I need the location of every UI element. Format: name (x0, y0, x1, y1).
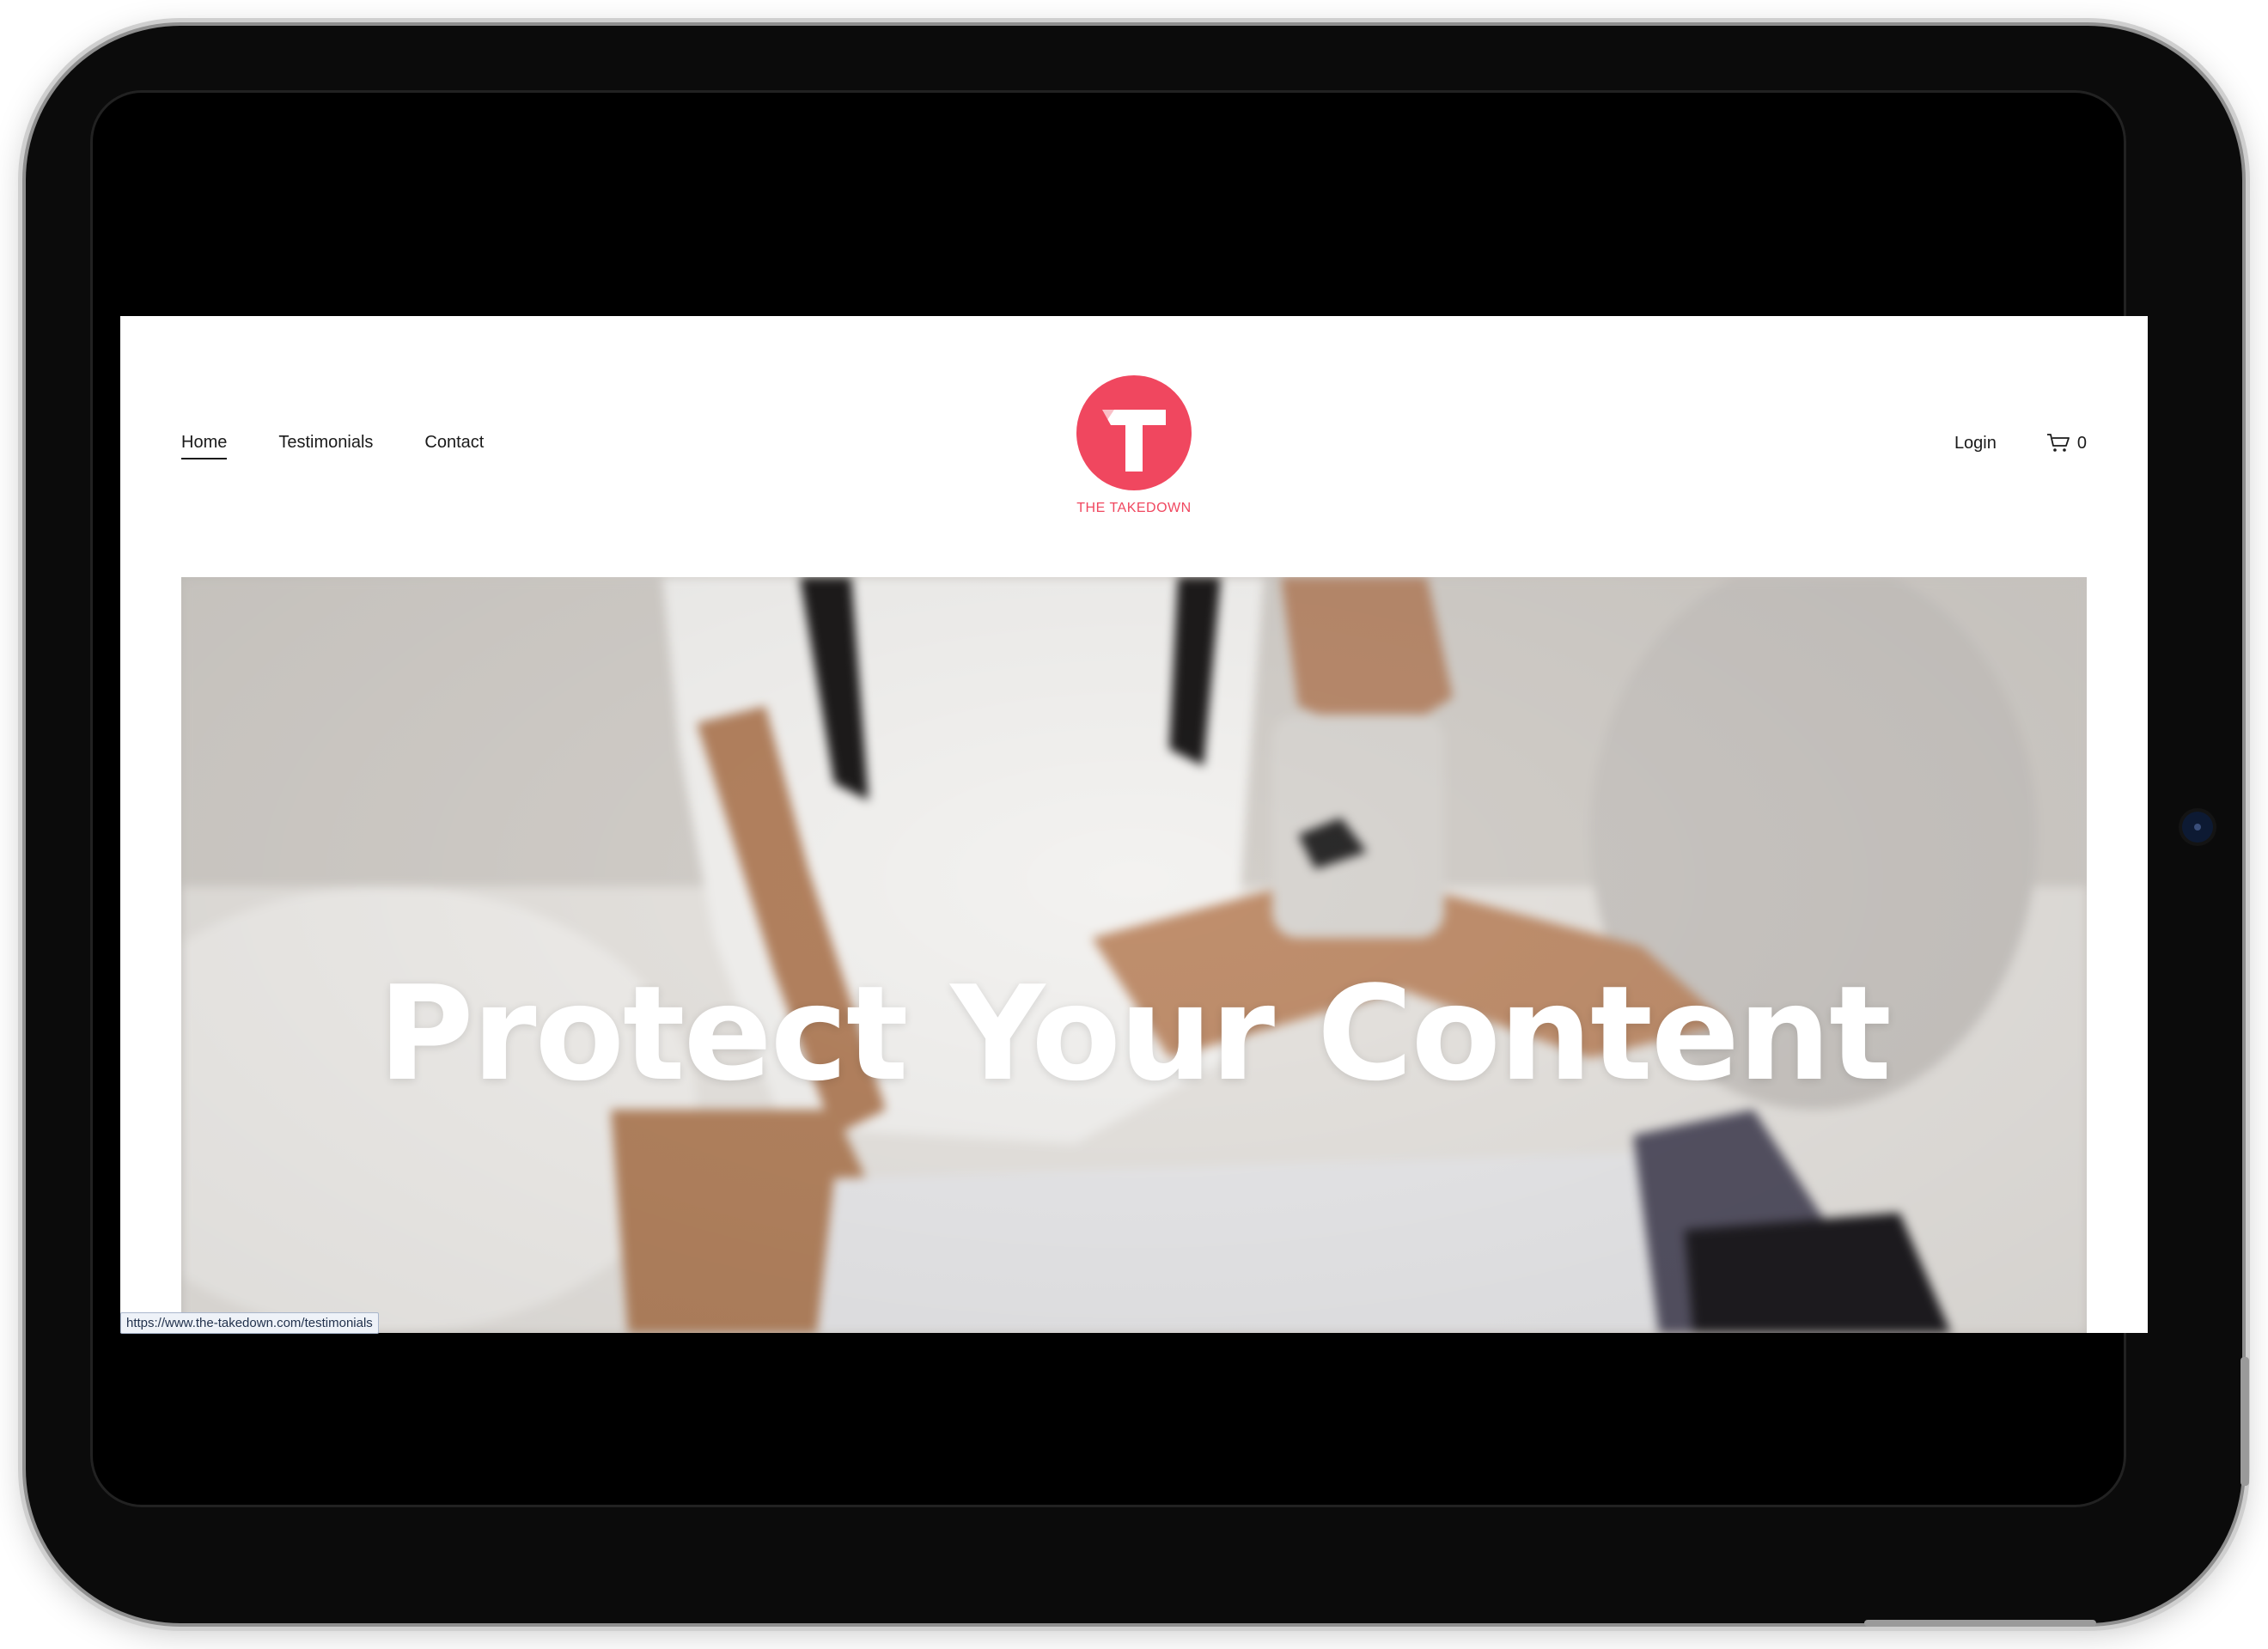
nav-item-testimonials[interactable]: Testimonials (278, 433, 373, 459)
nav-item-home[interactable]: Home (181, 433, 228, 459)
nav-item-contact[interactable]: Contact (424, 433, 484, 459)
account-navigation: Login 0 (1954, 433, 2087, 453)
cart-count: 0 (2076, 433, 2087, 453)
main-navigation: Home Testimonials Contact (181, 433, 484, 459)
cart-button[interactable]: 0 (2046, 433, 2087, 453)
brand-name: THE TAKEDOWN (1076, 501, 1192, 515)
status-bar-url: https://www.the-takedown.com/testimonial… (120, 1312, 379, 1334)
login-link[interactable]: Login (1954, 434, 1997, 453)
cart-icon (2046, 434, 2070, 452)
device-side-button (2241, 1357, 2249, 1486)
site-logo[interactable]: THE TAKEDOWN (1076, 375, 1192, 516)
camera-icon (2182, 812, 2213, 843)
device-volume-button-2 (1976, 1620, 2096, 1627)
web-page: Home Testimonials Contact THE TAKEDOWN L… (120, 316, 2148, 1333)
hero-overlay (181, 577, 2087, 1333)
hero-banner: Protect Your Content (181, 577, 2087, 1333)
t-logo-icon (1076, 375, 1192, 490)
hero-title: Protect Your Content (378, 958, 1892, 1110)
